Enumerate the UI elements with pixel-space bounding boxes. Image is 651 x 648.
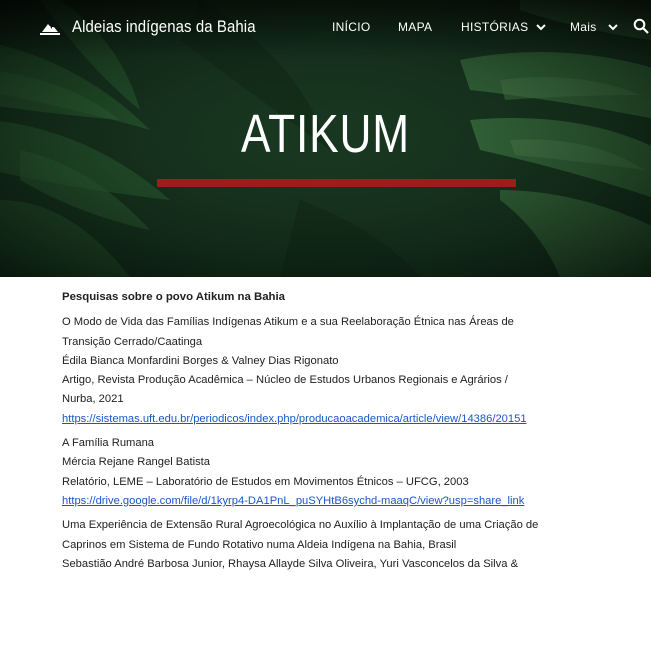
site-title[interactable]: Aldeias indígenas da Bahia xyxy=(72,17,256,37)
search-icon[interactable] xyxy=(633,18,649,34)
nav-item-inicio[interactable]: INÍCIO xyxy=(332,20,370,34)
entry-text-line: Artigo, Revista Produção Acadêmica – Núc… xyxy=(62,374,508,387)
page-title: ATIKUM xyxy=(241,104,410,164)
entry-link[interactable]: https://sistemas.uft.edu.br/periodicos/i… xyxy=(62,410,642,429)
entry-text-line: Uma Experiência de Extensão Rural Agroec… xyxy=(62,519,539,532)
entry-text-line: Mércia Rejane Rangel Batista xyxy=(62,456,210,469)
entry-text-line: Transição Cerrado/Caatinga xyxy=(62,335,203,348)
entry-text-line: Relatório, LEME – Laboratório de Estudos… xyxy=(62,475,469,488)
entry-text-line: Sebastião André Barbosa Junior, Rhaysa A… xyxy=(62,557,519,570)
hero-banner: Aldeias indígenas da Bahia INÍCIO MAPA H… xyxy=(0,0,651,277)
main-content: Pesquisas sobre o povo Atikum na Bahia O… xyxy=(62,288,642,579)
entry-text-line: Caprinos em Sistema de Fundo Rotativo nu… xyxy=(62,538,457,551)
nav-item-historias[interactable]: HISTÓRIAS xyxy=(461,20,528,34)
research-entry: A Família Rumana Mércia Rejane Rangel Ba… xyxy=(62,434,642,511)
nav-item-mais[interactable]: Mais xyxy=(570,20,597,34)
entry-text-line: A Família Rumana xyxy=(62,437,155,450)
entry-text-line: Nurba, 2021 xyxy=(62,393,124,406)
title-underline-bar xyxy=(157,179,516,187)
entry-text-line: Édila Bianca Monfardini Borges & Valney … xyxy=(62,354,339,367)
entry-link[interactable]: https://drive.google.com/file/d/1kyrp4-D… xyxy=(62,492,642,511)
top-navigation-bar: Aldeias indígenas da Bahia INÍCIO MAPA H… xyxy=(0,0,651,58)
chevron-down-icon[interactable] xyxy=(607,22,619,32)
research-entry: Uma Experiência de Extensão Rural Agroec… xyxy=(62,516,642,574)
entry-text-line: O Modo de Vida das Famílias Indígenas At… xyxy=(62,316,514,329)
section-heading: Pesquisas sobre o povo Atikum na Bahia xyxy=(62,291,286,303)
nav-item-mapa[interactable]: MAPA xyxy=(398,20,432,34)
research-entry: O Modo de Vida das Famílias Indígenas At… xyxy=(62,313,642,429)
landscape-logo-icon[interactable] xyxy=(40,20,60,36)
chevron-down-icon[interactable] xyxy=(535,22,547,32)
